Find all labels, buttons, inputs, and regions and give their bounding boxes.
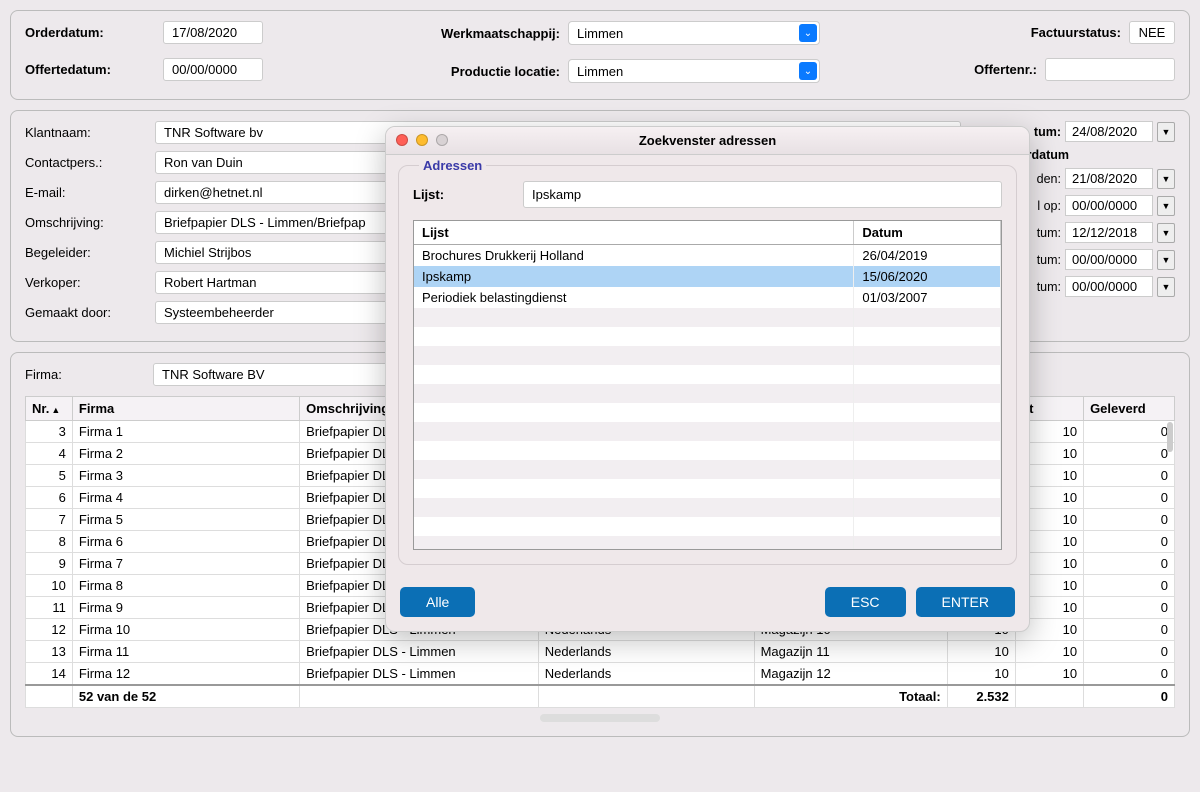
minimize-icon[interactable] xyxy=(416,134,428,146)
factuurstatus-label: Factuurstatus: xyxy=(1031,25,1121,40)
empty-row xyxy=(414,365,1001,384)
orderdatum-value[interactable]: 17/08/2020 xyxy=(163,21,263,44)
footer-kt xyxy=(1015,685,1083,708)
lijst-label: Lijst: xyxy=(413,187,513,202)
chevron-down-icon[interactable]: ▼ xyxy=(1157,277,1175,297)
orderdatum-label: Orderdatum: xyxy=(25,25,155,40)
chevron-down-icon[interactable]: ▼ xyxy=(1157,122,1175,142)
date-value-4[interactable]: 00/00/0000 xyxy=(1065,195,1153,216)
factuurstatus-value: NEE xyxy=(1129,21,1175,44)
empty-row xyxy=(414,384,1001,403)
chevron-down-icon[interactable]: ▼ xyxy=(1157,196,1175,216)
empty-row xyxy=(414,460,1001,479)
werkmaatschappij-label: Werkmaatschappij: xyxy=(420,26,560,41)
v-scrollbar[interactable] xyxy=(1167,422,1173,452)
empty-row xyxy=(414,403,1001,422)
empty-row xyxy=(414,479,1001,498)
empty-row xyxy=(414,517,1001,536)
modal-col-datum[interactable]: Datum xyxy=(854,221,1001,245)
offertenr-label: Offertenr.: xyxy=(974,62,1037,77)
empty-row xyxy=(414,422,1001,441)
date-value-5[interactable]: 12/12/2018 xyxy=(1065,222,1153,243)
modal-grid-wrap: Lijst Datum Brochures Drukkerij Holland2… xyxy=(413,220,1002,550)
footer-count: 52 van de 52 xyxy=(72,685,299,708)
werkmaatschappij-select[interactable]: Limmen ⌄ xyxy=(568,21,820,45)
close-icon[interactable] xyxy=(396,134,408,146)
date-label-5: tum: xyxy=(1037,226,1061,240)
chevron-down-icon[interactable]: ▼ xyxy=(1157,250,1175,270)
date-label-4: l op: xyxy=(1037,199,1061,213)
modal-grid[interactable]: Lijst Datum Brochures Drukkerij Holland2… xyxy=(414,221,1001,550)
address-search-dialog: Zoekvenster adressen Adressen Lijst: Lij… xyxy=(385,126,1030,632)
list-item[interactable]: Ipskamp15/06/2020 xyxy=(414,266,1001,287)
empty-row xyxy=(414,498,1001,517)
date-label-7: tum: xyxy=(1037,280,1061,294)
footer-totaal-label: Totaal: xyxy=(754,685,947,708)
col-nr[interactable]: Nr.▲ xyxy=(26,397,73,421)
list-item[interactable]: Brochures Drukkerij Holland26/04/2019 xyxy=(414,245,1001,267)
date-value-1[interactable]: 24/08/2020 xyxy=(1065,121,1153,142)
firma-label: Firma: xyxy=(25,367,143,382)
grid-footer: 52 van de 52 Totaal: 2.532 0 xyxy=(26,685,1175,708)
productielocatie-label: Productie locatie: xyxy=(420,64,560,79)
chevrons-icon: ⌄ xyxy=(799,24,817,42)
omschrijving-label: Omschrijving: xyxy=(25,215,155,230)
empty-row xyxy=(414,346,1001,365)
dialog-legend: Adressen xyxy=(419,158,486,173)
h-scrollbar[interactable] xyxy=(540,714,660,722)
header-panel: Orderdatum: 17/08/2020 Offertedatum: 00/… xyxy=(10,10,1190,100)
date-label-1: tum: xyxy=(1034,125,1061,139)
empty-row xyxy=(414,327,1001,346)
date-label-6: tum: xyxy=(1037,253,1061,267)
table-row[interactable]: 13Firma 11Briefpapier DLS - LimmenNederl… xyxy=(26,641,1175,663)
begeleider-label: Begeleider: xyxy=(25,245,155,260)
chevrons-icon: ⌄ xyxy=(799,62,817,80)
col-geleverd[interactable]: Geleverd xyxy=(1084,397,1175,421)
footer-totaal: 2.532 xyxy=(947,685,1015,708)
gemaaktdoor-label: Gemaakt door: xyxy=(25,305,155,320)
alle-button[interactable]: Alle xyxy=(400,587,475,617)
chevron-down-icon[interactable]: ▼ xyxy=(1157,169,1175,189)
offertenr-input[interactable] xyxy=(1045,58,1175,81)
date-value-3[interactable]: 21/08/2020 xyxy=(1065,168,1153,189)
lijst-input[interactable] xyxy=(523,181,1002,208)
klantnaam-label: Klantnaam: xyxy=(25,125,155,140)
col-firma[interactable]: Firma xyxy=(72,397,299,421)
productielocatie-select[interactable]: Limmen ⌄ xyxy=(568,59,820,83)
dialog-titlebar[interactable]: Zoekvenster adressen xyxy=(386,127,1029,155)
enter-button[interactable]: ENTER xyxy=(916,587,1015,617)
offertedatum-value[interactable]: 00/00/0000 xyxy=(163,58,263,81)
window-controls xyxy=(396,134,448,146)
offertedatum-label: Offertedatum: xyxy=(25,62,155,77)
email-label: E-mail: xyxy=(25,185,155,200)
empty-row xyxy=(414,308,1001,327)
date-label-3: den: xyxy=(1037,172,1061,186)
table-row[interactable]: 14Firma 12Briefpapier DLS - LimmenNederl… xyxy=(26,663,1175,686)
list-item[interactable]: Periodiek belastingdienst01/03/2007 xyxy=(414,287,1001,308)
date-value-6[interactable]: 00/00/0000 xyxy=(1065,249,1153,270)
dialog-title: Zoekvenster adressen xyxy=(639,133,776,148)
verkoper-label: Verkoper: xyxy=(25,275,155,290)
esc-button[interactable]: ESC xyxy=(825,587,906,617)
maximize-icon xyxy=(436,134,448,146)
date-value-7[interactable]: 00/00/0000 xyxy=(1065,276,1153,297)
modal-col-lijst[interactable]: Lijst xyxy=(414,221,854,245)
empty-row xyxy=(414,536,1001,550)
footer-gel: 0 xyxy=(1084,685,1175,708)
contactpers-label: Contactpers.: xyxy=(25,155,155,170)
chevron-down-icon[interactable]: ▼ xyxy=(1157,223,1175,243)
empty-row xyxy=(414,441,1001,460)
werkmaatschappij-value: Limmen xyxy=(577,26,623,41)
sort-asc-icon: ▲ xyxy=(51,405,60,415)
productielocatie-value: Limmen xyxy=(577,64,623,79)
